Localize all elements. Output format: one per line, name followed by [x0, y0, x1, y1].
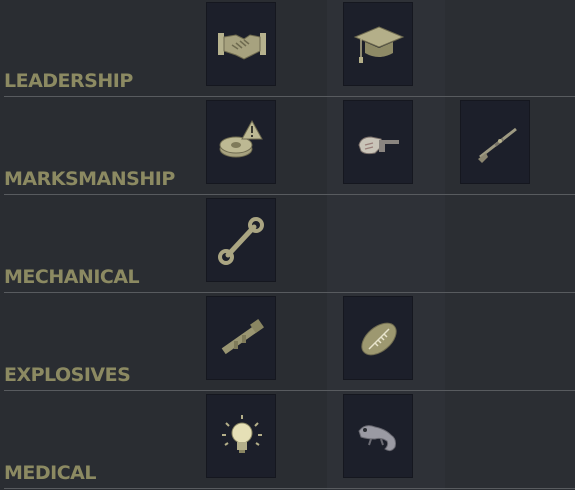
graduation-cap-icon: [353, 26, 405, 63]
row-divider: [4, 194, 575, 195]
skill-row-explosives: EXPLOSIVES: [0, 294, 575, 392]
perk-tile[interactable]: [206, 394, 276, 478]
chameleon-icon: [358, 425, 396, 452]
row-divider: [4, 488, 575, 489]
perk-tile[interactable]: [343, 100, 413, 184]
wrench-icon: [218, 217, 264, 265]
skill-label: MARKSMANSHIP: [4, 168, 175, 190]
rocket-launcher-icon: [221, 319, 264, 355]
skill-row-medical: MEDICAL: [0, 392, 575, 490]
skill-row-mechanical: MECHANICAL: [0, 196, 575, 294]
skills-grid: LEADERSHIP MARKSMANSHIP MECHANICAL EXPLO…: [0, 0, 575, 490]
landmine-warning-icon: [219, 119, 263, 158]
perk-tile[interactable]: [206, 296, 276, 380]
row-divider: [4, 96, 575, 97]
skill-label: MEDICAL: [4, 462, 96, 484]
skill-row-leadership: LEADERSHIP: [0, 0, 575, 98]
perk-tile[interactable]: [343, 296, 413, 380]
row-divider: [4, 292, 575, 293]
football-icon: [361, 322, 397, 356]
lightbulb-icon: [222, 415, 262, 453]
hand-pistol-icon: [358, 136, 399, 155]
skill-label: MECHANICAL: [4, 266, 140, 288]
skill-row-marksmanship: MARKSMANSHIP: [0, 98, 575, 196]
perk-tile[interactable]: [343, 2, 413, 86]
perk-tile[interactable]: [206, 2, 276, 86]
handshake-icon: [218, 33, 266, 60]
rifle-icon: [478, 127, 517, 163]
perk-tile[interactable]: [206, 100, 276, 184]
perk-tile[interactable]: [206, 198, 276, 282]
skill-label: LEADERSHIP: [4, 70, 133, 92]
skill-label: EXPLOSIVES: [4, 364, 131, 386]
perk-tile[interactable]: [460, 100, 530, 184]
row-divider: [4, 390, 575, 391]
perk-tile[interactable]: [343, 394, 413, 478]
